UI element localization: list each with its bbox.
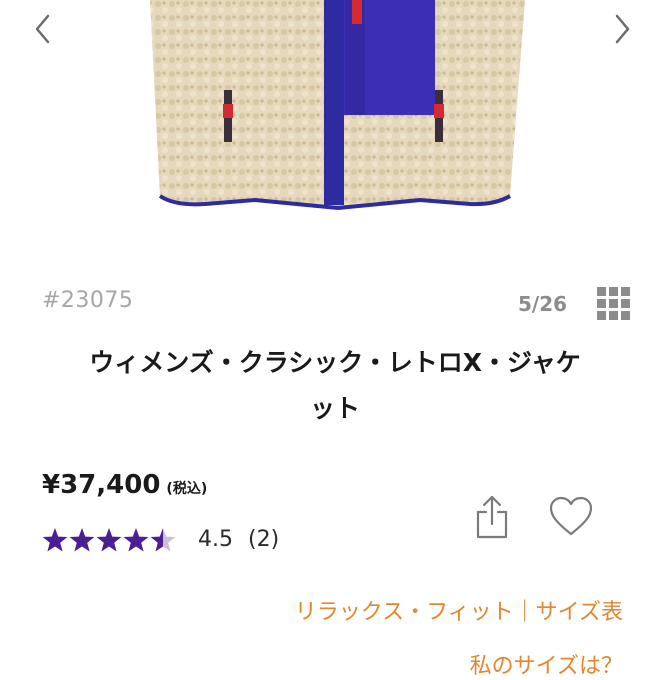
product-sku: #23075 <box>42 288 134 313</box>
tax-note: (税込) <box>166 481 208 497</box>
prev-image-button[interactable] <box>28 12 58 46</box>
fit-size-chart-link[interactable]: リラックス・フィット｜サイズ表 <box>295 594 623 626</box>
image-counter: 5/26 <box>518 292 568 316</box>
product-image[interactable] <box>0 0 665 250</box>
grid-icon <box>597 287 630 320</box>
review-count[interactable]: (2) <box>248 527 279 552</box>
my-size-link[interactable]: 私のサイズは？ <box>470 648 623 680</box>
share-button[interactable] <box>470 494 514 540</box>
product-price: ¥37,400 (税込) <box>42 470 207 500</box>
jacket-photo <box>150 0 525 211</box>
product-title-line: ット <box>309 394 360 423</box>
product-title-line: ウィメンズ・クラシック・レトロX・ジャケ <box>89 348 581 377</box>
chevron-right-icon <box>615 14 630 44</box>
favorite-button[interactable] <box>548 496 594 538</box>
price-amount: ¥37,400 <box>42 470 161 500</box>
next-image-button[interactable] <box>607 12 637 46</box>
chevron-left-icon <box>35 14 50 44</box>
star-rating <box>42 528 176 552</box>
star-icon <box>42 528 68 552</box>
rating-value: 4.5 <box>198 527 233 552</box>
star-icon <box>96 528 122 552</box>
star-icon <box>69 528 95 552</box>
rating-stars-group <box>42 528 176 552</box>
heart-icon <box>549 496 593 536</box>
share-icon <box>476 495 508 539</box>
star-icon <box>150 528 176 552</box>
product-title: ウィメンズ・クラシック・レトロX・ジャケ ット <box>40 340 630 432</box>
star-icon <box>123 528 149 552</box>
gallery-grid-button[interactable] <box>596 286 632 322</box>
